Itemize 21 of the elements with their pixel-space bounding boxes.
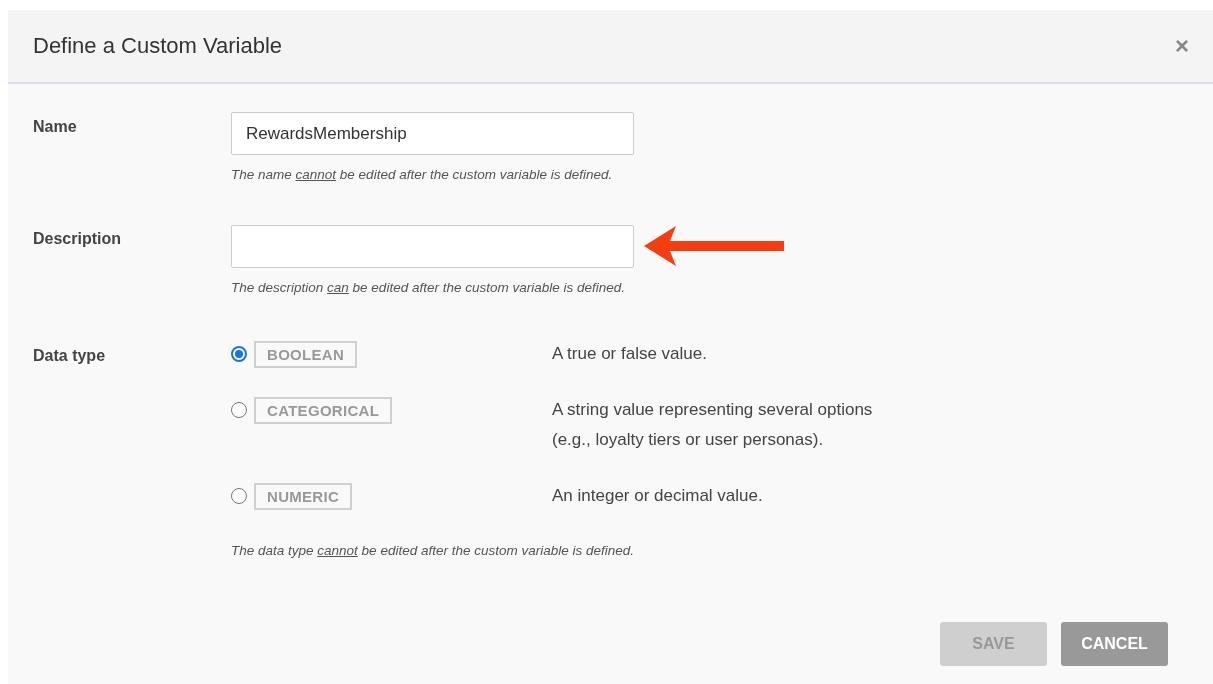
option-description: A true or false value. — [552, 343, 707, 365]
radio-button[interactable] — [231, 402, 247, 418]
field-label: Description — [33, 229, 122, 249]
text-field[interactable] — [231, 224, 634, 268]
radio-button[interactable] — [231, 346, 247, 362]
radio-button[interactable] — [231, 488, 247, 504]
option-description: (e.g., loyalty tiers or user personas). — [552, 429, 825, 451]
type-tag: NUMERIC — [254, 483, 353, 510]
help-text: The description can be edited after the custom variable is defined. — [231, 280, 626, 295]
type-tag: BOOLEAN — [254, 341, 358, 368]
field-label: Name — [33, 117, 78, 137]
help-text: The data type cannot be edited after the custom variable is defined. — [231, 543, 636, 558]
option-description: A string value representing several options — [552, 399, 873, 421]
dialog-title: Define a Custom Variable — [33, 33, 283, 59]
text-field[interactable]: RewardsMembership — [231, 112, 634, 155]
option-description: An integer or decimal value. — [552, 485, 763, 507]
cancel-button[interactable]: CANCEL — [1061, 622, 1168, 666]
help-text: The name cannot be edited after the custom variable is defined. — [231, 167, 614, 182]
close-button[interactable]: × — [1171, 32, 1193, 60]
type-tag: CATEGORICAL — [254, 397, 393, 424]
field-label: Data type — [33, 346, 107, 366]
